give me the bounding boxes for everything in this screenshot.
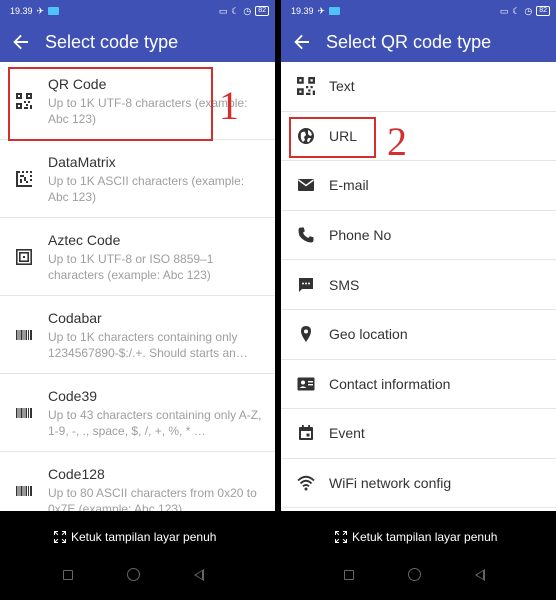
fullscreen-hint-text: Ketuk tampilan layar penuh: [352, 530, 498, 544]
back-button[interactable]: [10, 31, 32, 53]
highlight-box: [8, 67, 213, 141]
item-description: Up to 80 ASCII characters from 0x20 to 0…: [48, 486, 257, 511]
email-icon: [298, 179, 314, 192]
alarm-icon: ◷: [524, 5, 533, 16]
home-button[interactable]: [408, 568, 421, 581]
list-item-text[interactable]: Text: [281, 62, 556, 112]
moon-icon: ☾: [231, 5, 240, 16]
item-label: E-mail: [329, 177, 369, 194]
qr-text-icon: [297, 77, 315, 96]
fullscreen-hint-text: Ketuk tampilan layar penuh: [71, 530, 217, 544]
page-title: Select QR code type: [326, 31, 492, 52]
page-title: Select code type: [45, 31, 179, 52]
barcode-icon: [16, 486, 32, 496]
annotation-number: 1: [219, 83, 239, 128]
notification-icon: [329, 7, 341, 15]
highlight-box: [289, 117, 376, 158]
nav-bar-left: [63, 568, 204, 581]
item-name: Aztec Code: [48, 232, 121, 248]
status-bar: 19.39 ✈ ▭ ☾ ◷ 82: [0, 0, 275, 22]
item-label: Geo location: [329, 326, 408, 343]
back-nav-button[interactable]: [194, 568, 204, 581]
notification-icon: [48, 7, 60, 15]
expand-icon: [54, 531, 66, 543]
cast-icon: ▭: [218, 5, 228, 16]
home-button[interactable]: [127, 568, 140, 581]
list-item-code39[interactable]: Code39 Up to 43 characters containing on…: [0, 374, 275, 452]
list-item-phone[interactable]: Phone No: [281, 211, 556, 261]
item-name: Code39: [48, 388, 98, 404]
right-screen: 19.39 ✈ ▭ ☾ ◷ 82 Select QR code type Tex…: [281, 0, 556, 511]
item-label: WiFi network config: [329, 475, 452, 492]
item-description: Up to 1K UTF-8 or ISO 8859–1 characters …: [48, 252, 214, 282]
item-label: Contact information: [329, 375, 451, 392]
status-time: 19.39: [10, 6, 33, 16]
moon-icon: ☾: [512, 5, 521, 16]
list-item-contact-information[interactable]: Contact information: [281, 360, 556, 410]
contact-card-icon: [297, 377, 315, 391]
calendar-icon: [299, 425, 313, 441]
cast-icon: ▭: [499, 5, 509, 16]
barcode-icon: [16, 408, 32, 418]
datamatrix-icon: [16, 171, 32, 187]
alarm-icon: ◷: [243, 5, 252, 16]
list-item-email[interactable]: E-mail: [281, 161, 556, 211]
list-item-wifi-config[interactable]: WiFi network config: [281, 459, 556, 509]
phone-icon: [298, 227, 314, 243]
item-name: Codabar: [48, 310, 102, 326]
item-label: Text: [329, 78, 355, 95]
item-description: Up to 1K characters containing only 1234…: [48, 330, 248, 360]
annotation-number: 2: [387, 119, 407, 164]
status-time: 19.39: [291, 6, 314, 16]
item-label: Event: [329, 425, 365, 442]
list-item-geo-location[interactable]: Geo location: [281, 310, 556, 360]
item-label: SMS: [329, 276, 360, 293]
fullscreen-hint[interactable]: Ketuk tampilan layar penuh: [54, 530, 216, 544]
expand-icon: [335, 531, 347, 543]
item-description: Up to 43 characters containing only A-Z,…: [48, 408, 262, 438]
back-arrow-icon: [294, 34, 309, 50]
app-bar: Select code type: [0, 22, 275, 62]
barcode-icon: [16, 330, 32, 340]
nav-bar-right: [344, 568, 485, 581]
item-label: Phone No: [329, 227, 392, 244]
battery-icon: 82: [255, 6, 269, 16]
airplane-mode-icon: ✈: [317, 5, 326, 16]
list-item-aztec-code[interactable]: Aztec Code Up to 1K UTF-8 or ISO 8859–1 …: [0, 218, 275, 296]
list-item-codabar[interactable]: Codabar Up to 1K characters containing o…: [0, 296, 275, 374]
aztec-code-icon: [16, 249, 32, 265]
item-name: DataMatrix: [48, 154, 116, 170]
location-pin-icon: [301, 326, 311, 343]
list-item-event[interactable]: Event: [281, 409, 556, 459]
list-item-sms[interactable]: SMS: [281, 260, 556, 310]
left-screen: 19.39 ✈ ▭ ☾ ◷ 82 Select code type QR Cod…: [0, 0, 275, 511]
recents-button[interactable]: [63, 569, 73, 580]
list-item-datamatrix[interactable]: DataMatrix Up to 1K ASCII characters (ex…: [0, 140, 275, 218]
list-item-code128[interactable]: Code128 Up to 80 ASCII characters from 0…: [0, 452, 275, 511]
app-bar: Select QR code type: [281, 22, 556, 62]
back-nav-button[interactable]: [475, 568, 485, 581]
recents-button[interactable]: [344, 569, 354, 580]
item-name: Code128: [48, 466, 105, 482]
battery-icon: 82: [536, 6, 550, 16]
wifi-icon: [297, 475, 315, 491]
back-arrow-icon: [13, 34, 28, 50]
sms-icon: [299, 277, 313, 292]
fullscreen-hint[interactable]: Ketuk tampilan layar penuh: [335, 530, 497, 544]
status-bar: 19.39 ✈ ▭ ☾ ◷ 82: [281, 0, 556, 22]
airplane-mode-icon: ✈: [36, 5, 45, 16]
item-description: Up to 1K ASCII characters (example: Abc …: [48, 174, 245, 204]
back-button[interactable]: [291, 31, 313, 53]
